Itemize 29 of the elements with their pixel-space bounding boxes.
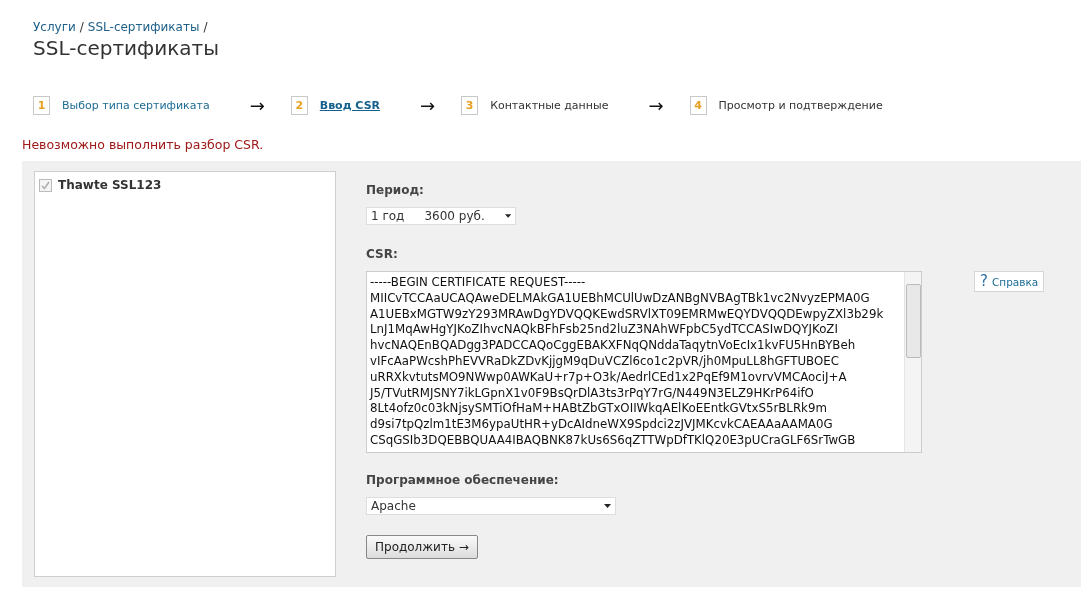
- step-number: 3: [461, 96, 479, 115]
- scrollbar[interactable]: [904, 272, 921, 452]
- step-label[interactable]: Ввод CSR: [319, 99, 381, 112]
- caret-icon: [604, 504, 611, 508]
- step-number: 2: [290, 96, 308, 115]
- field-label: CSR:: [366, 247, 399, 261]
- step-label[interactable]: Выбор типа сертификата: [62, 99, 210, 112]
- arrow-glyph: →: [420, 96, 436, 115]
- field-label: Период:: [366, 183, 425, 197]
- step-label: Контактные данные: [490, 99, 609, 112]
- breadcrumb-separator: /: [79, 20, 84, 34]
- breadcrumb-separator: /: [203, 20, 208, 34]
- help-button[interactable]: ? Справка: [974, 271, 1045, 292]
- arrow-glyph: →: [648, 96, 664, 115]
- error-message: Невозможно выполнить разбор CSR.: [22, 137, 265, 152]
- arrow-glyph: →: [249, 96, 265, 115]
- breadcrumb-link[interactable]: Услуги: [33, 20, 76, 34]
- caret-icon: [504, 214, 511, 218]
- step-number: 1: [33, 96, 50, 115]
- continue-button[interactable]: Продолжить →: [366, 535, 478, 559]
- software-select[interactable]: Apache: [366, 497, 616, 515]
- page-title: SSL-сертификаты: [33, 36, 220, 60]
- product-label: Thawte SSL123: [58, 178, 162, 192]
- period-select[interactable]: 1 год 3600 руб.: [366, 207, 516, 225]
- field-label: Программное обеспечение:: [366, 473, 560, 487]
- step-number: 4: [689, 96, 707, 115]
- breadcrumb-link[interactable]: SSL-сертификаты: [87, 20, 200, 34]
- step-label: Просмотр и подтверждение: [718, 99, 883, 112]
- csr-textarea[interactable]: -----BEGIN CERTIFICATE REQUEST----- MIICvTCCAaUCAQAweDELMAkGA1UEBhMCUlUwDzANBgNVBAgTBk1vc2NvyzEPMA0G A1UEBxMGTW9zY293MRAwDgYDVQQKEwdSRVlXT09EMRMwEQYDVQQDEwpyZXl3b29k LnJ1MqAwHgYJKoZIhvcNAQkBFhFsb25nd2luZ3NAhWFpbC5ydTCCASIwDQYJKoZI hvcNAQEnBQADgg3PADCCAQoCggEBAKXFNqQNddaTaqytnVoEcIx1kvFU5HnBYBeh vIFcAaPWcshPhEVVRaDkZDvKjjgM9qDuVCZl6co1c2pVR/jh0MpuLL8hGFTUBOEC uRRXkvtutsMO9NWwp0AWKaU+r7p+O3k/AedrlCEd1x2PqEf9M1ovrvVMCAociJ+A J5/TVutRMJSNY7ikLGpnX1v0F9BsQrDlA3ts3rPqY7rG/N449N3ELZ9HKrP64ifO 8Lt4ofz0c03kNjsySMTiOfHaM+HABtZbGTxOIIWkqAElKoEEntkGVtxS5rBLRk9m d9si7tpQzlm1tE3M6ypaUtHR+yDcAIdneWX9Spdci2zJVJMKcvkCAEAAaAAMA0G CSqGSIb3DQEBBQUAA4IBAQBNK87kUs6S6qZTTWpDfTKlQ20E3pUCraGLF6SrTwGB: [366, 271, 922, 453]
